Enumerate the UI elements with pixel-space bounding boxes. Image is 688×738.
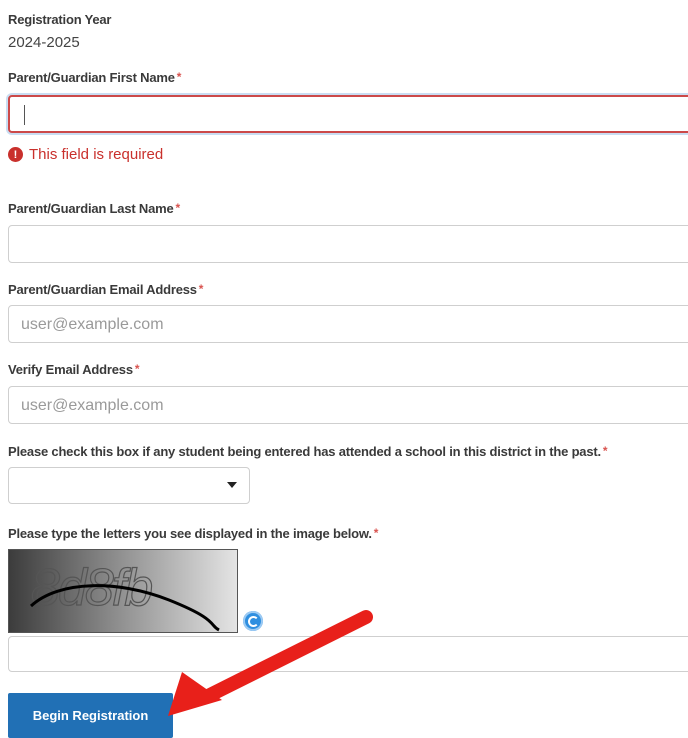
email-placeholder: user@example.com <box>21 316 164 333</box>
exclamation-circle-icon: ! <box>8 147 23 162</box>
attended-select[interactable] <box>8 467 250 504</box>
verify-email-label: Verify Email Address * <box>8 362 140 377</box>
first-name-error: ! This field is required <box>8 146 163 163</box>
required-mark: * <box>176 70 182 84</box>
first-name-label-text: Parent/Guardian First Name <box>8 70 175 85</box>
registration-year-value: 2024-2025 <box>8 34 80 51</box>
captcha-label-text: Please type the letters you see displaye… <box>8 526 372 541</box>
last-name-label-text: Parent/Guardian Last Name <box>8 201 174 216</box>
required-mark: * <box>373 526 379 540</box>
last-name-label: Parent/Guardian Last Name * <box>8 201 180 216</box>
required-mark: * <box>175 201 181 215</box>
chevron-down-icon <box>227 482 237 488</box>
error-text: This field is required <box>29 146 164 163</box>
verify-email-placeholder: user@example.com <box>21 397 164 414</box>
registration-year-label: Registration Year <box>8 12 112 27</box>
email-label: Parent/Guardian Email Address * <box>8 282 203 297</box>
verify-email-field[interactable]: user@example.com <box>8 386 688 424</box>
text-cursor <box>24 105 25 125</box>
last-name-field[interactable] <box>8 225 688 263</box>
captcha-image: 8d8fb <box>8 549 238 633</box>
first-name-label: Parent/Guardian First Name * <box>8 70 181 85</box>
captcha-label: Please type the letters you see displaye… <box>8 526 378 541</box>
email-field[interactable]: user@example.com <box>8 305 688 343</box>
first-name-field[interactable] <box>8 95 688 133</box>
email-label-text: Parent/Guardian Email Address <box>8 282 197 297</box>
required-mark: * <box>134 362 140 376</box>
verify-email-label-text: Verify Email Address <box>8 362 133 377</box>
attended-label: Please check this box if any student bei… <box>8 444 608 459</box>
required-mark: * <box>602 444 608 458</box>
attended-label-text: Please check this box if any student bei… <box>8 444 601 459</box>
captcha-noise-line <box>29 584 220 632</box>
captcha-input[interactable] <box>8 636 688 672</box>
begin-registration-button[interactable]: Begin Registration <box>8 693 173 738</box>
refresh-icon[interactable] <box>243 611 263 631</box>
required-mark: * <box>198 282 204 296</box>
